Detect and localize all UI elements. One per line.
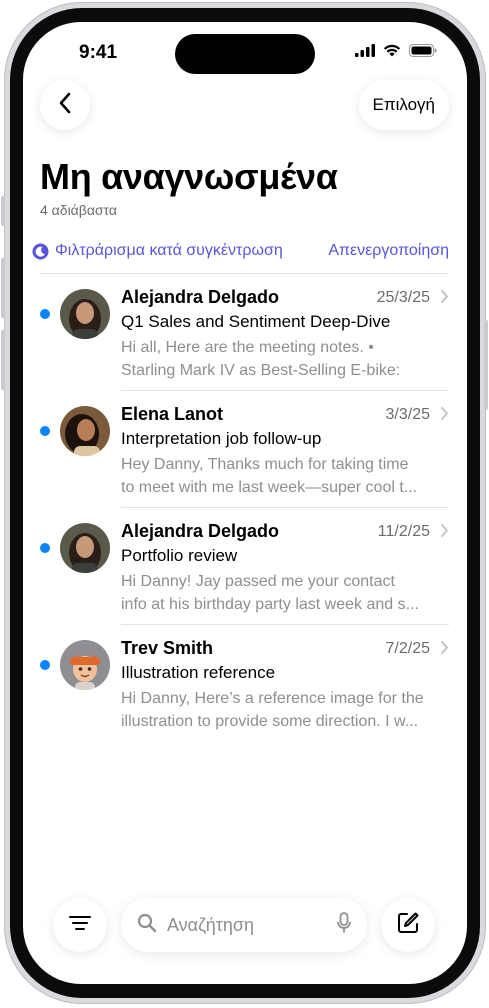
chevron-left-icon	[58, 92, 72, 119]
focus-filter-bar: Φιλτράρισμα κατά συγκέντρωση Απενεργοποί…	[32, 242, 449, 260]
message-subject: Illustration reference	[121, 663, 276, 682]
search-icon	[137, 913, 157, 938]
preview-line: to meet with me last week—super cool t..…	[121, 479, 418, 496]
unread-count: 4 αδιάβαστα	[40, 202, 117, 218]
avatar	[60, 523, 110, 573]
page-title: Μη αναγνωσμένα	[40, 156, 338, 197]
preview-line: info at his birthday party last week and…	[121, 596, 419, 613]
power-button	[484, 320, 488, 410]
message-subject: Portfolio review	[121, 546, 238, 565]
preview-line: Starling Mark IV as Best-Selling E-bike:	[121, 362, 401, 379]
chevron-right-icon	[440, 640, 449, 660]
preview-line: Hi Danny, Here’s a reference image for t…	[121, 690, 424, 707]
moon-icon	[32, 243, 49, 260]
status-icons	[355, 44, 437, 62]
list-item[interactable]: Alejandra Delgado 11/2/25 Portfolio revi…	[23, 508, 467, 625]
list-item[interactable]: Alejandra Delgado 25/3/25 Q1 Sales and S…	[23, 274, 467, 391]
unread-dot	[40, 660, 50, 670]
chevron-right-icon	[440, 289, 449, 309]
select-button[interactable]: Επιλογή	[358, 80, 449, 130]
chevron-right-icon	[440, 523, 449, 543]
filter-button[interactable]	[53, 898, 107, 952]
preview-line: Hi all, Here are the meeting notes. •	[121, 339, 374, 356]
message-preview: Hi Danny, Here’s a reference image for t…	[121, 687, 449, 733]
preview-line: illustration to provide some direction. …	[121, 713, 419, 730]
compose-icon	[396, 911, 420, 940]
focus-filter-disable-link[interactable]: Απενεργοποίηση	[328, 242, 449, 260]
back-button[interactable]	[40, 80, 90, 130]
dynamic-island	[175, 34, 315, 74]
compose-button[interactable]	[381, 898, 435, 952]
filter-lines-icon	[68, 915, 92, 936]
microphone-icon[interactable]	[337, 911, 351, 939]
list-item[interactable]: Elena Lanot 3/3/25 Interpretation job fo…	[23, 391, 467, 508]
sender-name: Alejandra Delgado	[121, 287, 280, 307]
side-button	[1, 196, 5, 226]
unread-dot	[40, 309, 50, 319]
message-preview: Hi Danny! Jay passed me your contact inf…	[121, 570, 449, 616]
message-subject: Interpretation job follow-up	[121, 429, 322, 448]
list-item[interactable]: Trev Smith 7/2/25 Illustration reference…	[23, 625, 467, 742]
screen: 9:41 Επιλογή Μη αναγνωσμένα 4 αδιάβαστα …	[23, 22, 467, 984]
avatar	[60, 406, 110, 456]
avatar	[60, 640, 110, 690]
avatar	[60, 289, 110, 339]
cellular-signal-icon	[355, 44, 375, 62]
unread-dot	[40, 426, 50, 436]
message-date: 7/2/25	[385, 640, 430, 657]
battery-icon	[409, 44, 437, 62]
unread-dot	[40, 543, 50, 553]
sender-name: Alejandra Delgado	[121, 521, 280, 541]
message-date: 11/2/25	[377, 523, 430, 540]
message-date: 25/3/25	[376, 289, 430, 306]
search-field[interactable]: Αναζήτηση	[121, 898, 367, 952]
volume-down-button	[1, 330, 5, 390]
search-input[interactable]: Αναζήτηση	[167, 915, 337, 936]
volume-up-button	[1, 258, 5, 318]
chevron-right-icon	[440, 406, 449, 426]
sender-name: Trev Smith	[121, 638, 214, 658]
focus-filter-label: Φιλτράρισμα κατά συγκέντρωση	[55, 242, 283, 259]
sender-name: Elena Lanot	[121, 404, 224, 424]
preview-line: Hi Danny! Jay passed me your contact	[121, 573, 395, 590]
message-preview: Hi all, Here are the meeting notes. • St…	[121, 336, 449, 382]
message-date: 3/3/25	[385, 406, 430, 423]
message-subject: Q1 Sales and Sentiment Deep-Dive	[121, 312, 391, 331]
status-time: 9:41	[79, 42, 118, 63]
message-preview: Hey Danny, Thanks much for taking time t…	[121, 453, 449, 499]
preview-line: Hey Danny, Thanks much for taking time	[121, 456, 409, 473]
wifi-icon	[383, 44, 401, 62]
